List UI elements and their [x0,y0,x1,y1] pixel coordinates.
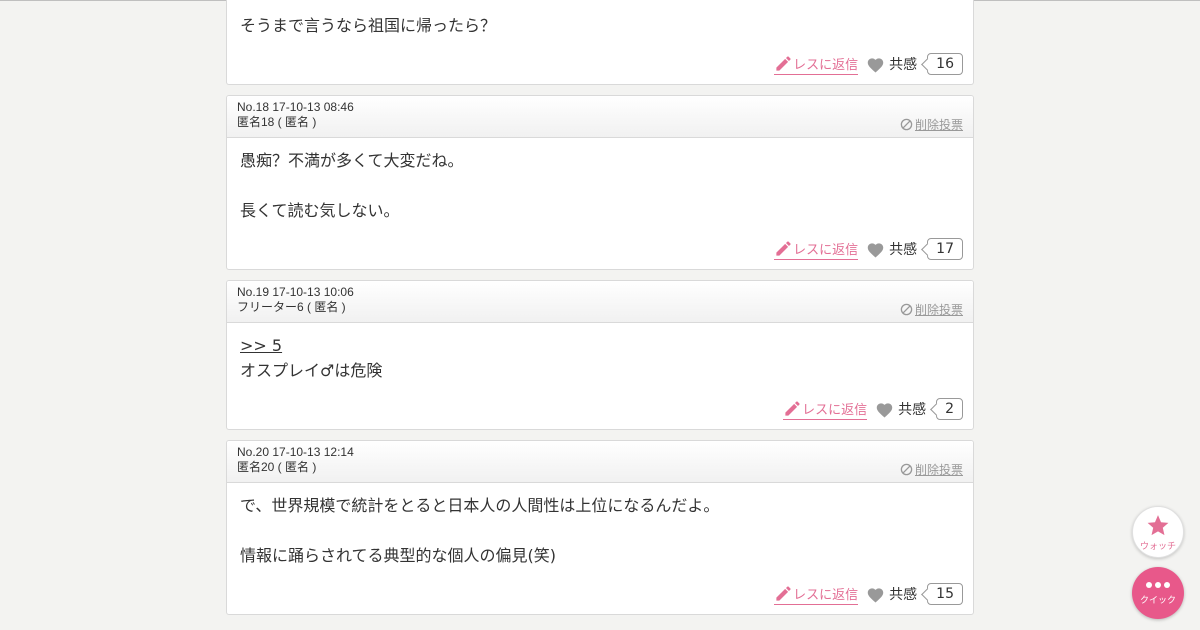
like-count: 16 [927,53,963,75]
like-button[interactable]: 共感 15 [866,583,963,605]
post-text-line: 愚痴？不満が多くて大変だね。 [240,151,464,170]
post-text-line: で、世界規模で統計をとると日本人の人間性は上位になるんだよ。 [240,496,720,515]
post-text-line: オスプレイ♂は危険 [240,361,383,380]
post-header: No.18 17-10-13 08:46 匿名18 ( 匿名 ) 削除投票 [227,96,973,138]
post-17: そうまで言うなら祖国に帰ったら？ レスに返信 共感 16 [226,0,974,85]
like-count: 15 [927,583,963,605]
post-18: No.18 17-10-13 08:46 匿名18 ( 匿名 ) 削除投票 愚痴… [226,95,974,270]
heart-icon [867,57,884,72]
post-19: No.19 17-10-13 10:06 フリーター6 ( 匿名 ) 削除投票 … [226,280,974,430]
post-actions: レスに返信 共感 15 [227,574,973,614]
like-label: 共感 [889,57,918,73]
reply-label: レスに返信 [793,242,859,258]
post-actions: レスに返信 共感 2 [227,389,973,429]
post-number-date: No.18 17-10-13 08:46 [237,100,354,114]
post-text-line: そうまで言うなら祖国に帰ったら？ [240,16,497,35]
reply-button[interactable]: レスに返信 [774,239,859,260]
pencil-icon [776,55,791,71]
post-body: そうまで言うなら祖国に帰ったら？ [227,0,973,44]
delete-vote-label: 削除投票 [914,463,963,477]
more-dots-icon [1146,582,1170,588]
post-body: 愚痴？不満が多くて大変だね。 長くて読む気しない。 [227,138,973,229]
delete-vote-link[interactable]: 削除投票 [900,461,963,478]
star-icon [1147,514,1169,535]
post-body: で、世界規模で統計をとると日本人の人間性は上位になるんだよ。 情報に踊らされてる… [227,483,973,574]
delete-vote-label: 削除投票 [914,118,963,132]
post-number-date: No.20 17-10-13 12:14 [237,445,354,459]
like-count: 2 [936,398,963,420]
post-actions: レスに返信 共感 17 [227,229,973,269]
reply-label: レスに返信 [793,587,859,603]
watch-button[interactable]: ウォッチ [1132,506,1184,558]
watch-label: ウォッチ [1139,541,1176,552]
prohibit-icon [900,118,913,131]
delete-vote-link[interactable]: 削除投票 [900,301,963,318]
reply-button[interactable]: レスに返信 [774,584,859,605]
delete-vote-link[interactable]: 削除投票 [900,116,963,133]
post-actions: レスに返信 共感 16 [227,44,973,84]
pencil-icon [785,400,800,416]
post-header: No.19 17-10-13 10:06 フリーター6 ( 匿名 ) 削除投票 [227,281,973,323]
heart-icon [867,587,884,602]
like-label: 共感 [889,242,918,258]
quick-label: クイック [1139,596,1176,606]
post-body: >> 5 オスプレイ♂は危険 [227,323,973,389]
post-text-line: 長くて読む気しない。 [240,201,400,220]
pencil-icon [776,240,791,256]
like-count: 17 [927,238,963,260]
quick-menu-button[interactable]: クイック [1132,567,1184,619]
post-text-line [240,173,960,198]
reply-button[interactable]: レスに返信 [774,54,859,75]
like-button[interactable]: 共感 2 [875,398,963,420]
prohibit-icon [900,463,913,476]
delete-vote-label: 削除投票 [914,303,963,317]
post-text-line [240,518,960,543]
prohibit-icon [900,303,913,316]
reply-label: レスに返信 [802,402,868,418]
heart-icon [867,242,884,257]
thread-feed: そうまで言うなら祖国に帰ったら？ レスに返信 共感 16 No.18 17-10… [226,0,974,625]
reply-label: レスに返信 [793,57,859,73]
reply-button[interactable]: レスに返信 [783,399,868,420]
post-text-line: 情報に踊らされてる典型的な個人の偏見(笑) [240,546,557,565]
like-label: 共感 [889,587,918,603]
post-header: No.20 17-10-13 12:14 匿名20 ( 匿名 ) 削除投票 [227,441,973,483]
reply-anchor-link[interactable]: >> 5 [240,336,282,355]
post-20: No.20 17-10-13 12:14 匿名20 ( 匿名 ) 削除投票 で、… [226,440,974,615]
like-label: 共感 [898,402,927,418]
post-author: 匿名18 ( 匿名 ) [237,115,317,129]
pencil-icon [776,585,791,601]
heart-icon [876,402,893,417]
like-button[interactable]: 共感 17 [866,238,963,260]
post-number-date: No.19 17-10-13 10:06 [237,285,354,299]
like-button[interactable]: 共感 16 [866,53,963,75]
post-author: 匿名20 ( 匿名 ) [237,460,317,474]
post-author: フリーター6 ( 匿名 ) [237,300,346,314]
